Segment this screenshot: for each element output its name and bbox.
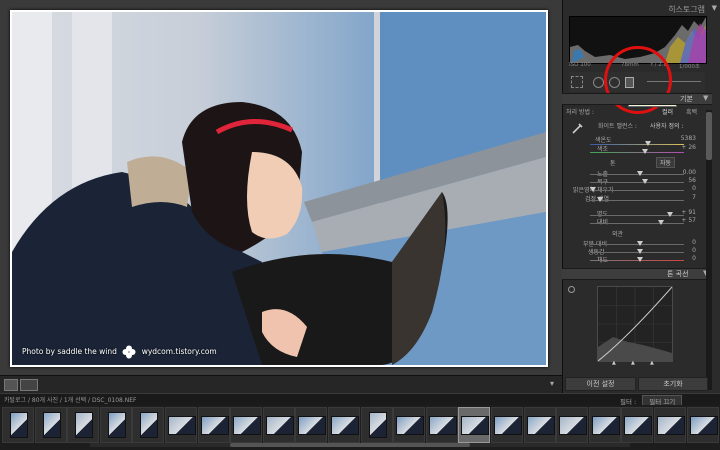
watermark-credit: Photo by saddle the wind [22, 347, 117, 356]
brightness-slider[interactable] [590, 212, 684, 217]
filmstrip-thumbnail[interactable] [559, 415, 588, 435]
tone-curve-section-header[interactable] [562, 268, 712, 280]
saturation-slider[interactable] [590, 257, 684, 262]
filmstrip-thumbnail[interactable] [461, 415, 490, 435]
vibrance-slider[interactable] [590, 249, 684, 254]
treatment-color-option[interactable]: 컬러 [662, 107, 673, 116]
tone-auto-button[interactable]: 자동 [656, 157, 676, 168]
panel-scrollbar-thumb[interactable] [706, 112, 712, 160]
fill-light-slider[interactable] [590, 187, 684, 192]
filmstrip-thumbnail[interactable] [10, 412, 28, 438]
contrast-label: 대비 [597, 217, 608, 226]
curve-highlights-marker-icon[interactable]: ▲ [650, 360, 654, 366]
filmstrip-thumbnail[interactable] [140, 412, 159, 438]
wb-label: 화이트 밸런스 : [598, 123, 637, 130]
viewer-toolbar: ▾ [0, 375, 562, 394]
eyedropper-icon[interactable] [571, 120, 585, 134]
filmstrip-thumbnail[interactable] [657, 415, 685, 435]
watermark-url: wydcom.tistory.com [141, 347, 217, 356]
treatment-label: 처리 방법 : [566, 109, 594, 116]
filmstrip-scrollbar-thumb[interactable] [230, 443, 470, 447]
loupe-viewer[interactable]: Photo by saddle the wind wydcom.tistory.… [0, 0, 562, 375]
temp-value[interactable]: 5383 [672, 135, 696, 142]
recovery-slider[interactable] [590, 179, 684, 184]
filmstrip-thumbnail[interactable] [624, 415, 653, 435]
histogram-collapse-icon[interactable]: ▼ [712, 4, 717, 12]
filmstrip-thumbnail[interactable] [265, 415, 294, 435]
main-photo[interactable] [12, 12, 546, 365]
spot-removal-icon[interactable] [593, 77, 604, 88]
exposure-slider[interactable] [590, 171, 684, 176]
filmstrip-thumbnail[interactable] [107, 412, 126, 438]
flower-logo-icon [122, 345, 136, 359]
photo-watermark: Photo by saddle the wind wydcom.tistory.… [22, 345, 217, 359]
contrast-slider[interactable] [590, 220, 684, 225]
treatment-bw-option[interactable]: 흑백 [686, 107, 697, 116]
filmstrip-thumbnail[interactable] [233, 415, 262, 435]
basic-collapse-icon[interactable]: ▼ [703, 94, 708, 102]
filmstrip-thumbnail[interactable] [42, 412, 61, 438]
filmstrip-thumbnail[interactable] [200, 415, 229, 435]
tint-slider[interactable] [590, 149, 684, 154]
temp-label: 색온도 [595, 137, 612, 144]
photo-frame: Photo by saddle the wind wydcom.tistory.… [10, 10, 548, 367]
filmstrip-path[interactable]: 카탈로그 / 80개 사진 / 1개 선택 / DSC_0108.NEF [4, 395, 137, 404]
blacks-slider[interactable] [590, 197, 684, 202]
filmstrip-thumbnail[interactable] [298, 415, 327, 435]
tint-value[interactable]: + 26 [672, 144, 696, 151]
filmstrip-thumbnail[interactable] [591, 415, 620, 435]
tone-curve-title: 톤 곡선 [667, 270, 689, 278]
reset-button[interactable]: 초기화 [638, 377, 708, 391]
exif-iso: ISO 100 [569, 62, 591, 68]
filmstrip-thumbnail[interactable] [689, 415, 718, 435]
filmstrip-thumbnail[interactable] [494, 415, 522, 435]
loupe-view-icon[interactable] [4, 379, 18, 391]
filmstrip-thumbnail[interactable] [168, 415, 196, 435]
basic-title: 기본 [680, 95, 693, 103]
filmstrip-thumbnail[interactable] [331, 415, 359, 435]
tone-curve-graph[interactable] [597, 286, 673, 362]
curve-midtones-marker-icon[interactable]: ▲ [631, 360, 635, 366]
toolbar-menu-icon[interactable]: ▾ [550, 379, 554, 388]
filmstrip-thumbnail[interactable] [368, 412, 387, 438]
before-after-icon[interactable] [20, 379, 38, 391]
exif-shutter: 1/000초 [679, 64, 700, 70]
target-adjust-icon[interactable] [568, 286, 575, 293]
clarity-slider[interactable] [590, 241, 684, 246]
filmstrip-thumbnail[interactable] [428, 415, 457, 435]
curve-shadows-marker-icon[interactable]: ▲ [612, 360, 616, 366]
filmstrip-thumbnail[interactable] [526, 415, 555, 435]
tone-label: 톤 [610, 160, 616, 167]
presence-label: 외관 [612, 231, 624, 238]
crop-icon[interactable] [571, 76, 583, 88]
filmstrip-thumbnail[interactable] [396, 415, 425, 435]
filmstrip-thumbnail[interactable] [75, 412, 94, 438]
previous-settings-button[interactable]: 이전 설정 [565, 377, 636, 391]
wb-select[interactable]: 사용자 정의 : [650, 121, 683, 130]
histogram-title: 히스토그램 [668, 5, 705, 14]
